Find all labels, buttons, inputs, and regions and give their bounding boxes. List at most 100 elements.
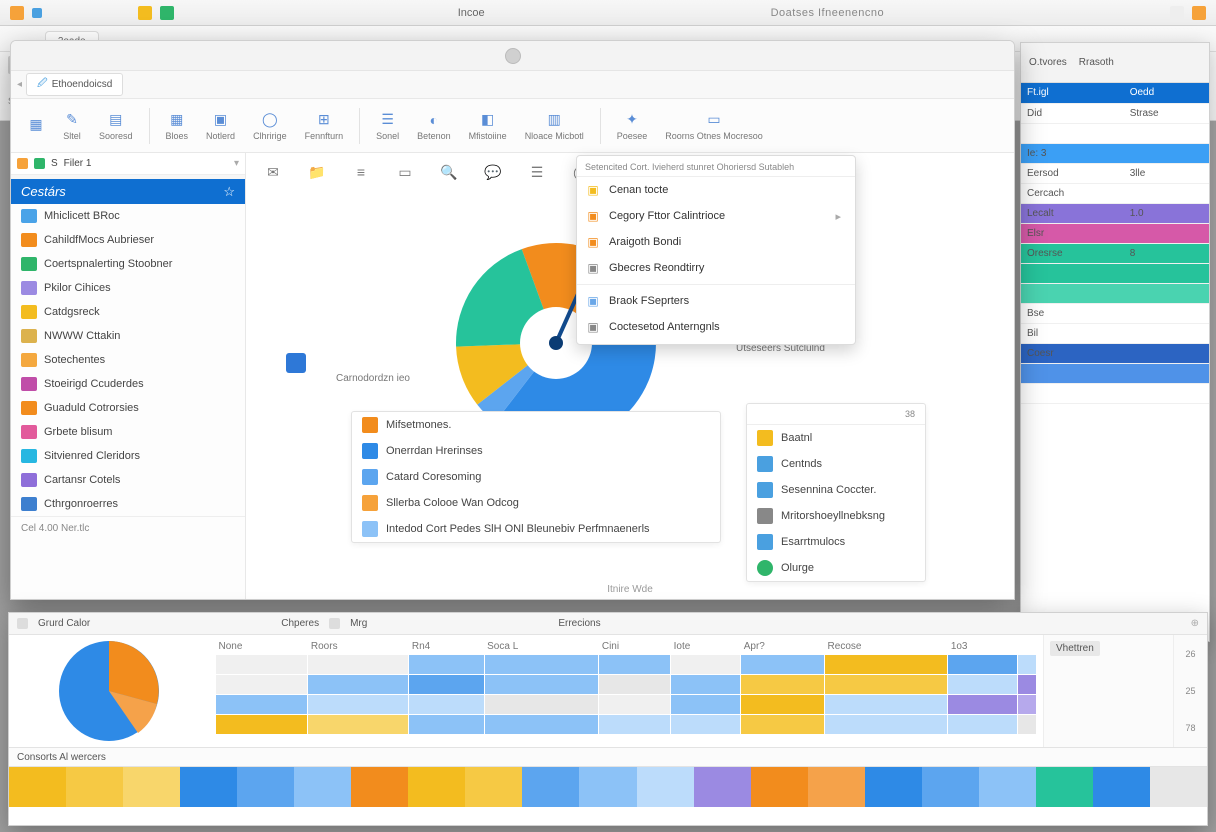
box-icon: ▣ — [585, 234, 601, 250]
sheet-right-tab[interactable]: Vhettren — [1050, 641, 1100, 656]
sheet-tab[interactable]: Errecions — [558, 618, 600, 629]
legend-item[interactable]: Centnds — [747, 451, 925, 477]
sidebar-item[interactable]: Cartansr Cotels — [11, 468, 245, 492]
folder-icon — [21, 209, 37, 223]
legend-item[interactable]: Mritorshoeyllnebksng — [747, 503, 925, 529]
folder-icon — [21, 401, 37, 415]
doc-icon[interactable]: ▭ — [392, 159, 418, 185]
legend-item[interactable]: Mifsetmones. — [352, 412, 720, 438]
bloes-button[interactable]: ▦Bloes — [160, 108, 195, 144]
legend-item[interactable]: Onerrdan Hrerinses — [352, 438, 720, 464]
legend-item[interactable]: Esarrtmulocs — [747, 529, 925, 555]
legend-item[interactable]: Sesennina Coccter. — [747, 477, 925, 503]
menu-item[interactable]: ▣ Gbecres Reondtirry — [577, 255, 855, 281]
sheet-tab[interactable]: Mrg — [350, 618, 367, 629]
menu-item[interactable]: ▣ Cegory Fttor Calintrioce▸ — [577, 203, 855, 229]
dialog-breadcrumb-bar: ◂ 🖉 Ethoendoicsd — [11, 71, 1014, 99]
doc-icon — [757, 534, 773, 550]
folder-icon — [21, 353, 37, 367]
menu-item[interactable]: ▣ Cenan tocte — [577, 177, 855, 203]
window-title-right: Doatses Ifneenencno — [493, 7, 1162, 19]
sheet-tab[interactable]: Chperes — [281, 618, 319, 629]
gear-icon: ▣ — [585, 260, 601, 276]
breadcrumb[interactable]: 🖉 Ethoendoicsd — [26, 73, 123, 96]
folder-icon — [21, 377, 37, 391]
legend-item[interactable]: Baatnl — [747, 425, 925, 451]
folder-icon — [21, 497, 37, 511]
sidebar-item-label: Pkilor Cihices — [44, 282, 111, 294]
sidebar-item[interactable]: Stoeirigd Ccuderdes — [11, 372, 245, 396]
tab-icon — [329, 618, 340, 629]
side-header-item: Filer 1 — [64, 158, 92, 169]
canvas[interactable]: ✉📁≡▭🔍💬☰◯ Carnodordzn ieo Utseseers Sutcl… — [246, 153, 1014, 599]
sidebar-item[interactable]: Grbete blisum — [11, 420, 245, 444]
os-icon — [32, 8, 42, 18]
menu-item[interactable]: ▣ Braok FSeprters — [577, 288, 855, 314]
legend-item[interactable]: Olurge — [747, 555, 925, 581]
envelope-icon[interactable]: ✉ — [260, 159, 286, 185]
os-icon — [10, 6, 24, 20]
pie-chart — [54, 636, 164, 746]
sidebar-item-label: Sotechentes — [44, 354, 105, 366]
sidebar-category[interactable]: Cestárs ☆ — [11, 179, 245, 204]
sidebar-item[interactable]: Cthrgonroerres — [11, 492, 245, 516]
betenon-button[interactable]: ◐Betenon — [411, 108, 457, 144]
folder-icon — [21, 305, 37, 319]
star-icon — [757, 430, 773, 446]
workbook-icon — [17, 158, 28, 169]
window-title-left: Incoe — [458, 7, 485, 19]
sidebar-item[interactable]: Sotechentes — [11, 348, 245, 372]
os-icon — [1170, 6, 1184, 20]
bottom-sheet-window: Grurd Calor Chperes Mrg Errecions ⊕ None… — [8, 612, 1208, 826]
sidebar-item[interactable]: Mhiclicett BRoc — [11, 204, 245, 228]
clhririge-button[interactable]: ◯Clhririge — [247, 108, 293, 144]
cal-icon — [757, 456, 773, 472]
grid-icon — [757, 482, 773, 498]
legend-item[interactable]: Sllerba Colooe Wan Odcog — [352, 490, 720, 516]
poesee-button[interactable]: ✦Poesee — [611, 108, 654, 144]
folder-icon[interactable]: 📁 — [304, 159, 330, 185]
sooresd-button[interactable]: ▤Sooresd — [93, 108, 139, 144]
background-window: O.tvores Rrasoth Ft.iglOeddDidStraseIe: … — [1020, 42, 1210, 642]
sidebar-item-label: Cartansr Cotels — [44, 474, 120, 486]
sidebar-item-label: Cthrgonroerres — [44, 498, 118, 510]
fennfturn-button[interactable]: ⊞Fennfturn — [299, 108, 350, 144]
back-button[interactable]: ▦ — [21, 113, 51, 139]
sltel-button[interactable]: ✎Sltel — [57, 108, 87, 144]
align-icon[interactable]: ≡ — [348, 159, 374, 185]
menu-title: Setencited Cort. Ivieherd stunret Ohorie… — [577, 160, 855, 177]
nloace-button[interactable]: ▥Nloace Micbotl — [519, 108, 590, 144]
titlebar-dot-icon — [505, 48, 521, 64]
notlerd-button[interactable]: ▣Notlerd — [200, 108, 241, 144]
sidebar-footer: Cel 4.00 Ner.tlc — [11, 516, 245, 540]
swatch-icon — [362, 521, 378, 537]
chat-icon[interactable]: 💬 — [480, 159, 506, 185]
dialog-titlebar[interactable] — [11, 41, 1014, 71]
bgwin-header: O.tvores — [1029, 57, 1067, 68]
list-icon: ▣ — [585, 319, 601, 335]
legend-item[interactable]: Catard Coresoming — [352, 464, 720, 490]
search-icon[interactable]: 🔍 — [436, 159, 462, 185]
sidebar-item[interactable]: Coertspnalerting Stoobner — [11, 252, 245, 276]
sidebar-item-label: Stoeirigd Ccuderdes — [44, 378, 144, 390]
menu-item[interactable]: ▣ Coctesetod Anterngnls — [577, 314, 855, 340]
menu-item[interactable]: ▣ Araigoth Bondi — [577, 229, 855, 255]
sidebar-item[interactable]: Catdgsreck — [11, 300, 245, 324]
mfistoiine-button[interactable]: ◧Mfistoiine — [463, 108, 513, 144]
legend-item[interactable]: Intedod Cort Pedes SlH ONl Bleunebiv Per… — [352, 516, 720, 542]
os-icon — [138, 6, 152, 20]
menu-icon[interactable]: ☰ — [524, 159, 550, 185]
sidebar-item-label: Grbete blisum — [44, 426, 112, 438]
sidebar-item[interactable]: Sitvienred Cleridors — [11, 444, 245, 468]
sonel-button[interactable]: ☰Sonel — [370, 108, 405, 144]
swatch-icon — [362, 417, 378, 433]
sidebar-item[interactable]: NWWW Cttakin — [11, 324, 245, 348]
sidebar-item[interactable]: Guaduld Cotrorsies — [11, 396, 245, 420]
sidebar-item[interactable]: CahildfMocs Aubrieser — [11, 228, 245, 252]
folder-icon — [21, 233, 37, 247]
sidebar-item-label: Sitvienred Cleridors — [44, 450, 140, 462]
side-legend: 38 Baatnl Centnds Sesennina Coccter. Mri… — [746, 403, 926, 582]
roorns-button[interactable]: ▭Roorns Otnes Mocresoo — [659, 108, 769, 144]
sidebar-item-label: CahildfMocs Aubrieser — [44, 234, 154, 246]
sidebar-item[interactable]: Pkilor Cihices — [11, 276, 245, 300]
